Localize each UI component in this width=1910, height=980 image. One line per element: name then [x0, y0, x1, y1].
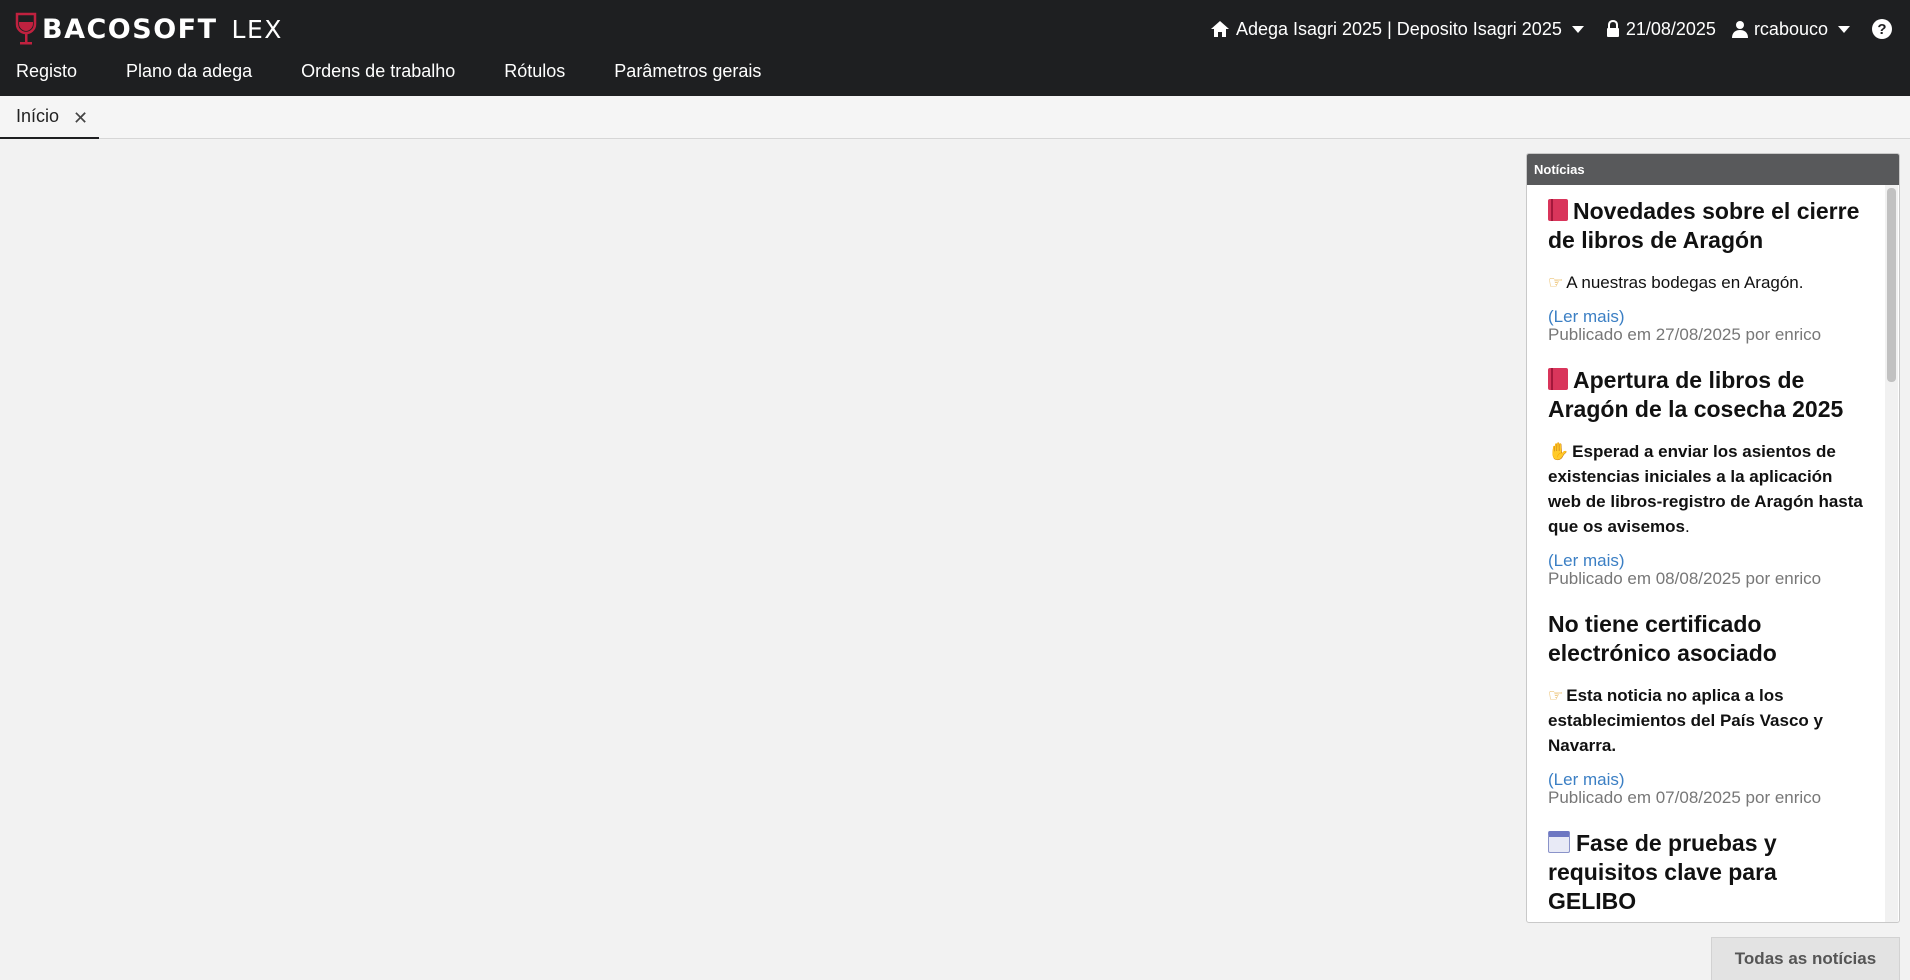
news-list[interactable]: Novedades sobre el cierre de libros de A…: [1527, 185, 1885, 922]
news-title[interactable]: Fase de pruebas y requisitos clave para …: [1548, 829, 1865, 916]
date-label: 21/08/2025: [1625, 18, 1716, 39]
closing-date[interactable]: 21/08/2025: [1606, 19, 1716, 40]
nav-ordens-de-trabalho[interactable]: Ordens de trabalho: [285, 61, 471, 82]
news-description: ☞ Esta noticia no aplica a los establecim…: [1548, 683, 1865, 758]
news-scrollbar[interactable]: [1885, 185, 1898, 922]
help-icon[interactable]: ?: [1872, 19, 1892, 39]
news-meta: Publicado em 08/08/2025 por enrico: [1548, 569, 1822, 588]
news-description: ✋ Esperad a enviar los asientos de existe…: [1548, 439, 1865, 539]
book-icon: [1548, 368, 1568, 390]
tab-label: Início: [16, 106, 60, 126]
close-icon[interactable]: ✕: [73, 108, 88, 129]
news-item: No tiene certificado electrónico asociad…: [1548, 610, 1865, 807]
logo-subtext: LEX: [231, 14, 283, 44]
calendar-icon: [1548, 831, 1570, 853]
nav-parametros-gerais[interactable]: Parâmetros gerais: [598, 61, 777, 82]
home-icon: [1210, 21, 1229, 37]
news-title[interactable]: No tiene certificado electrónico asociad…: [1548, 610, 1865, 668]
news-title[interactable]: Apertura de libros de Aragón de la cosec…: [1548, 366, 1865, 424]
nav-rotulos[interactable]: Rótulos: [488, 61, 581, 82]
user-menu[interactable]: rcabouco: [1731, 18, 1850, 40]
chevron-down-icon: [1838, 25, 1850, 33]
wine-glass-icon: [15, 12, 37, 45]
read-more-link[interactable]: (Ler mais): [1548, 308, 1865, 326]
header-tools: Adega Isagri 2025 | Deposito Isagri 2025…: [1210, 16, 1892, 42]
context-selector[interactable]: Adega Isagri 2025 | Deposito Isagri 2025: [1210, 19, 1584, 40]
news-header: Notícias: [1527, 154, 1899, 185]
top-bar: BACOSOFT LEX Adega Isagri 2025 | Deposit…: [0, 0, 1910, 96]
news-item: Novedades sobre el cierre de libros de A…: [1548, 197, 1865, 344]
news-meta: Publicado em 27/08/2025 por enrico: [1548, 325, 1822, 344]
username: rcabouco: [1753, 18, 1828, 39]
book-icon: [1548, 199, 1568, 221]
news-meta: Publicado em 07/08/2025 por enrico: [1548, 788, 1822, 807]
main-nav: Registo Plano da adega Ordens de trabalh…: [0, 56, 794, 86]
tabs-bar: Início ✕: [0, 96, 1910, 139]
user-icon: [1731, 21, 1748, 38]
raised-hand-icon: ✋: [1548, 442, 1570, 461]
lock-icon: [1606, 20, 1619, 37]
all-news-button[interactable]: Todas as notícias: [1711, 937, 1900, 980]
chevron-down-icon: [1571, 25, 1584, 33]
news-description: ☞ A nuestras bodegas en Aragón.: [1548, 270, 1865, 295]
news-panel: Notícias Novedades sobre el cierre de li…: [1526, 153, 1900, 923]
nav-plano-da-adega[interactable]: Plano da adega: [110, 61, 268, 82]
news-title[interactable]: Novedades sobre el cierre de libros de A…: [1548, 197, 1865, 255]
pointing-hand-icon: ☞: [1548, 686, 1564, 705]
app-logo[interactable]: BACOSOFT LEX: [14, 12, 283, 46]
scrollbar-thumb[interactable]: [1887, 188, 1896, 382]
logo-text: BACOSOFT: [42, 13, 218, 45]
news-item: Fase de pruebas y requisitos clave para …: [1548, 829, 1865, 916]
context-label: Adega Isagri 2025 | Deposito Isagri 2025: [1235, 18, 1562, 39]
read-more-link[interactable]: (Ler mais): [1548, 771, 1865, 789]
pointing-hand-icon: ☞: [1548, 273, 1564, 292]
read-more-link[interactable]: (Ler mais): [1548, 552, 1865, 570]
nav-registo[interactable]: Registo: [0, 61, 93, 82]
news-item: Apertura de libros de Aragón de la cosec…: [1548, 366, 1865, 588]
